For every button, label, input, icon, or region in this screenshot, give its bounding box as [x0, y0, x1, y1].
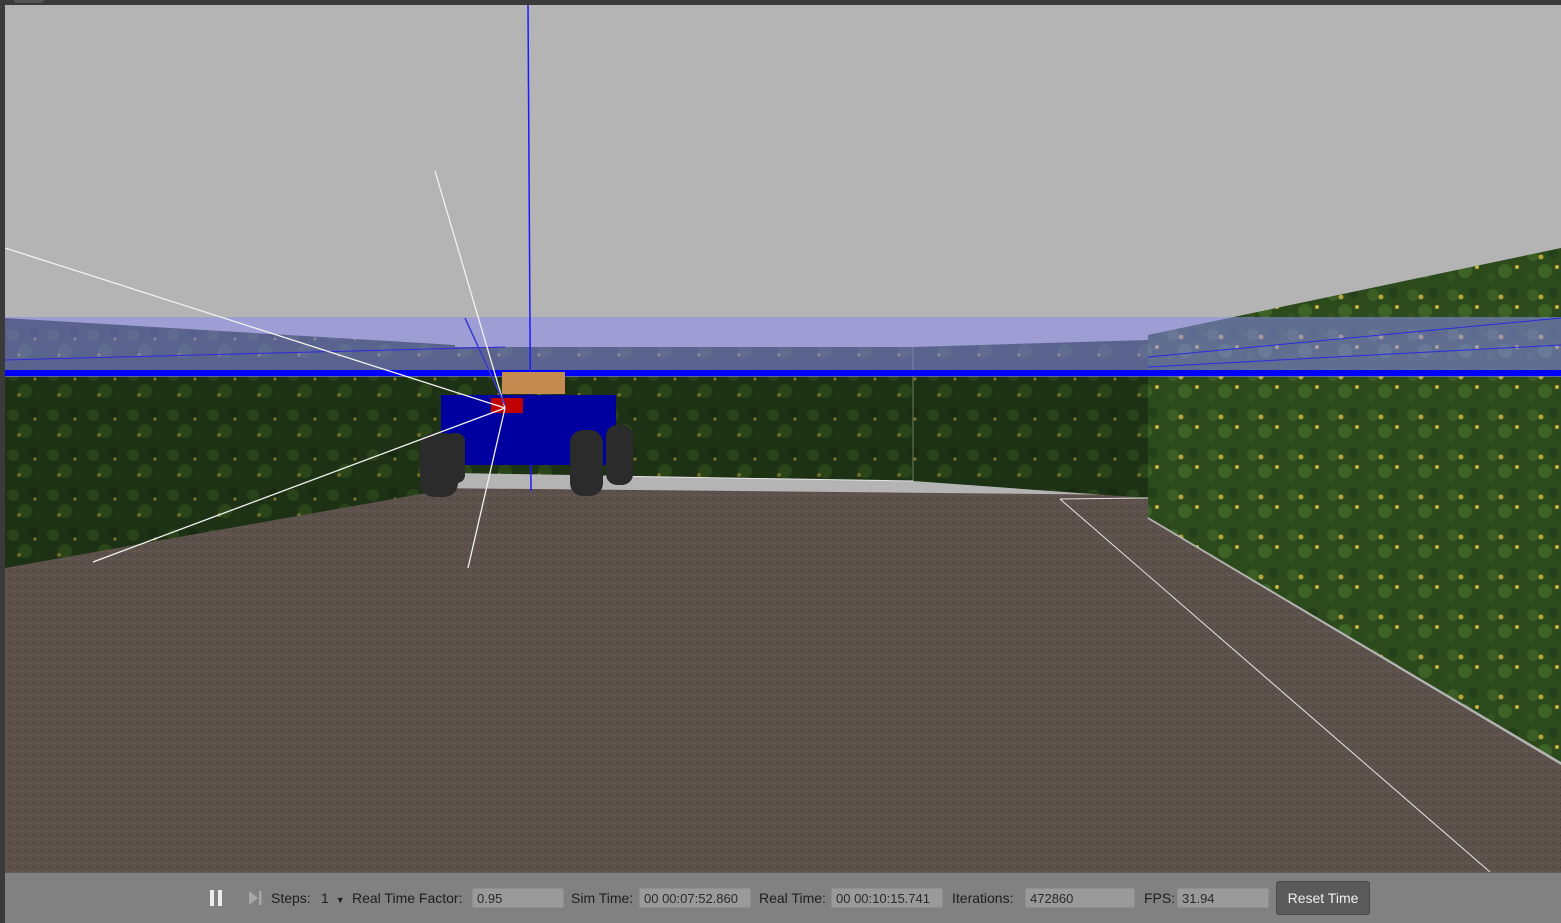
laser-scan-plane [5, 317, 1561, 377]
fps-field: 31.94 [1177, 888, 1269, 908]
3d-viewport[interactable] [5, 5, 1561, 872]
sim-time-field: 00 00:07:52.860 [639, 888, 751, 908]
robot-wheel [570, 430, 603, 496]
pause-button[interactable] [208, 888, 224, 908]
real-time-label: Real Time: [759, 890, 826, 906]
rtf-label: Real Time Factor: [352, 890, 463, 906]
robot-wheel [606, 425, 633, 485]
iterations-field: 472860 [1025, 888, 1135, 908]
steps-dropdown[interactable]: 1 ▼ [321, 888, 345, 908]
window-corner-handle [14, 0, 44, 3]
simulation-scene[interactable] [5, 5, 1561, 872]
step-forward-icon [249, 891, 262, 905]
steps-value: 1 [321, 890, 329, 906]
iterations-label: Iterations: [952, 890, 1014, 906]
chevron-down-icon: ▼ [335, 895, 345, 905]
fps-label: FPS: [1144, 890, 1176, 906]
steps-label: Steps: [271, 890, 311, 906]
step-button[interactable] [247, 888, 263, 908]
robot-wheel [445, 433, 465, 483]
pause-icon [210, 890, 214, 906]
reset-time-button[interactable]: Reset Time [1276, 881, 1370, 915]
rtf-value-field: 0.95 [472, 888, 564, 908]
robot-sensor-mount [502, 372, 565, 394]
sim-time-label: Sim Time: [571, 890, 634, 906]
time-panel: Steps: 1 ▼ Real Time Factor: 0.95 Sim Ti… [5, 872, 1561, 923]
real-time-field: 00 00:10:15.741 [831, 888, 943, 908]
